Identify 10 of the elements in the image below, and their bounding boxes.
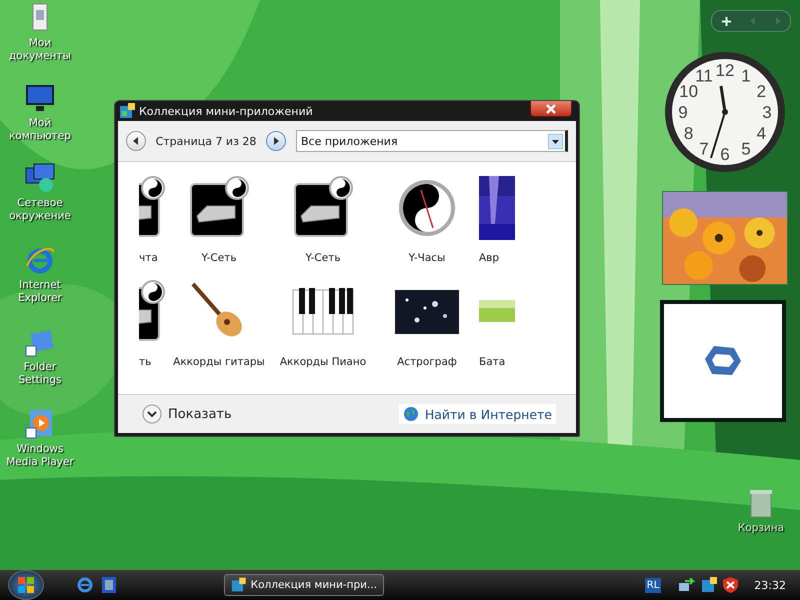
gallery-icon: [231, 577, 246, 593]
security-shield-icon[interactable]: [723, 577, 738, 593]
taskbar-button[interactable]: Коллекция мини-при...: [224, 574, 384, 596]
network-icon[interactable]: [679, 578, 696, 592]
gallery-icon[interactable]: [701, 577, 718, 593]
clock-time: 23:32: [754, 578, 786, 592]
windows-logo-icon: [18, 577, 34, 593]
start-button[interactable]: [8, 570, 44, 600]
language-indicator[interactable]: RL: [644, 578, 662, 592]
browser-icon[interactable]: [76, 576, 94, 594]
